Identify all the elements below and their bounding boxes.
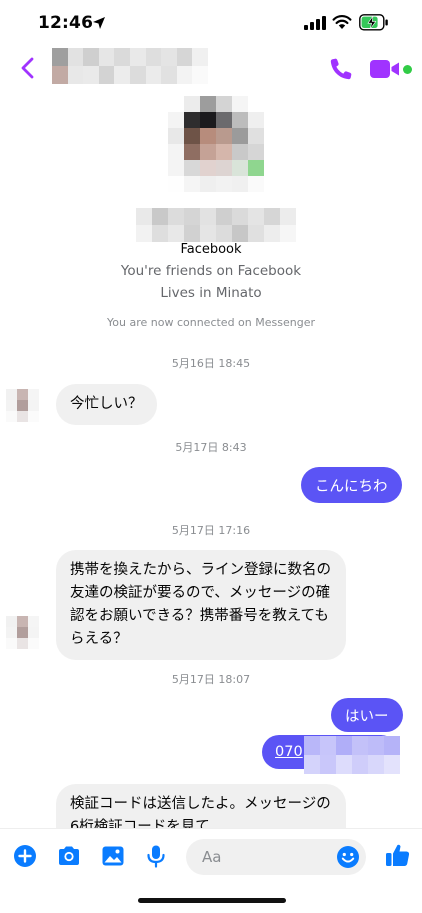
wifi-icon [332, 15, 352, 29]
plus-icon[interactable] [12, 843, 38, 869]
message-timestamp: 5月17日 18:07 [171, 673, 251, 686]
message-text: 今忙しい？ [70, 396, 143, 412]
thumbs-up-icon[interactable] [384, 841, 412, 869]
incoming-message-bubble[interactable]: 携帯を換えたから、ライン登録に数名の 友達の検証が要るので、メッセージの確 認を… [56, 550, 346, 660]
profile-location: Lives in Minato [160, 285, 262, 301]
connected-notice: You are now connected on Messenger [107, 316, 315, 329]
message-text: こんにちわ [315, 478, 388, 495]
microphone-icon[interactable] [143, 843, 169, 869]
status-bar: 12:46 [0, 0, 422, 46]
message-text: 携帯を換えたから、ライン登録に数名の [70, 562, 331, 578]
cellular-signal-icon [304, 16, 326, 30]
online-status-dot [403, 65, 412, 74]
contact-name-redacted[interactable] [52, 48, 208, 84]
message-text: 認をお願いできる？携帯番号を教えても [70, 608, 329, 624]
message-input-placeholder: Aa [202, 848, 222, 866]
profile-name-redacted [136, 208, 296, 242]
emoji-icon[interactable] [336, 845, 360, 869]
phone-number-redaction [304, 736, 400, 774]
phone-call-icon[interactable] [328, 56, 354, 82]
message-text: 検証コードは送信したよ。メッセージの [70, 796, 331, 812]
message-timestamp: 5月17日 17:16 [171, 524, 251, 537]
profile-avatar[interactable] [168, 96, 264, 192]
incoming-message-bubble[interactable]: 今忙しい？ [56, 384, 157, 425]
message-input[interactable]: Aa [186, 839, 366, 875]
profile-platform: Facebook [180, 242, 242, 257]
message-text: はいー [345, 708, 389, 725]
back-chevron-icon[interactable] [18, 56, 38, 80]
video-call-icon[interactable] [370, 59, 400, 79]
status-time: 12:46 [38, 13, 94, 33]
profile-friend-status: You're friends on Facebook [120, 263, 302, 279]
message-timestamp: 5月17日 8:43 [175, 441, 247, 454]
chat-header [0, 46, 422, 92]
photo-gallery-icon[interactable] [100, 843, 126, 869]
message-text: らえる？ [70, 631, 128, 647]
home-indicator [138, 898, 286, 903]
sender-avatar[interactable] [6, 616, 39, 649]
outgoing-message-bubble[interactable]: はいー [331, 698, 403, 732]
location-arrow-icon [93, 17, 105, 29]
phone-number-link[interactable]: 070 [275, 744, 303, 760]
message-text: 友達の検証が要るので、メッセージの確 [70, 585, 331, 601]
message-timestamp: 5月16日 18:45 [171, 357, 251, 370]
camera-icon[interactable] [56, 843, 82, 869]
outgoing-message-bubble[interactable]: こんにちわ [301, 467, 402, 503]
battery-charging-icon [359, 14, 388, 31]
sender-avatar[interactable] [6, 389, 39, 422]
